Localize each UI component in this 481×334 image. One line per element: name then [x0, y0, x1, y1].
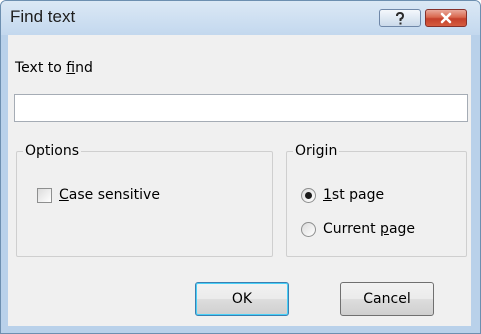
close-icon: [440, 12, 452, 24]
current-page-radio[interactable]: [301, 222, 316, 237]
cancel-button[interactable]: Cancel: [340, 282, 434, 316]
origin-legend: Origin: [293, 142, 340, 160]
title-bar[interactable]: Find text: [1, 1, 480, 35]
case-sensitive-label[interactable]: Case sensitive: [59, 187, 160, 203]
find-label: Text to find: [15, 60, 93, 76]
current-page-label[interactable]: Current page: [323, 221, 415, 237]
window-title: Find text: [10, 7, 76, 26]
case-sensitive-checkbox[interactable]: [37, 188, 52, 203]
help-button[interactable]: [379, 9, 421, 27]
options-legend: Options: [23, 142, 82, 160]
help-icon: [396, 12, 405, 25]
first-page-radio[interactable]: [301, 188, 316, 203]
first-page-label[interactable]: 1st page: [323, 187, 384, 203]
ok-button[interactable]: OK: [195, 282, 289, 316]
origin-group: Origin 1st page Current page: [286, 142, 467, 257]
find-text-dialog: Find text Text to find Options Case sens…: [0, 0, 481, 334]
dialog-body: Text to find Options Case sensitive Orig…: [8, 35, 471, 326]
find-text-input[interactable]: [14, 94, 468, 122]
options-group: Options Case sensitive: [16, 142, 273, 257]
close-button[interactable]: [425, 9, 467, 27]
